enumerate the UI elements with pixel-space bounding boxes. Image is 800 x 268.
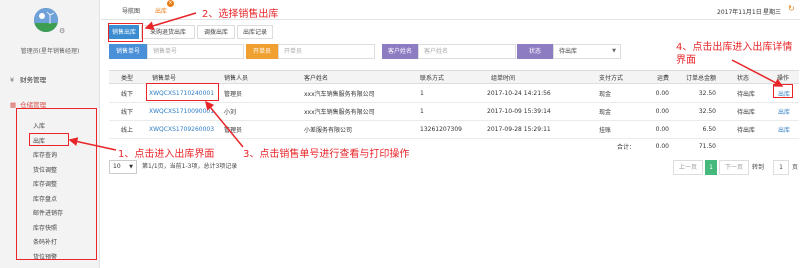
cell-payment: 挂账	[599, 127, 612, 134]
col-order-time: 组单时间	[491, 74, 516, 82]
total-label: 合计：	[617, 143, 636, 151]
total-amount: 71.50	[698, 142, 716, 150]
annotation-step4-line2: 界面	[676, 55, 696, 66]
outbound-action-link[interactable]: 出库	[778, 121, 790, 138]
cell-freight: 0.00	[655, 90, 669, 97]
page-size-select[interactable]: 10 ▼	[109, 160, 137, 174]
current-weekday: 星期三	[763, 9, 782, 16]
cell-order-time: 2017-09-28 15:29:11	[487, 126, 551, 133]
customer-input[interactable]: 客户姓名	[418, 44, 516, 59]
prev-page-button[interactable]: 上一页	[673, 160, 703, 175]
cell-customer: 小差服务有限公司	[304, 127, 353, 134]
col-total: 订单总金额	[685, 74, 716, 82]
annotation-step3: 3、点击销售单号进行查看与打印操作	[243, 149, 410, 160]
annotation-box-outbound	[29, 133, 69, 146]
col-sales-no: 销售单号	[152, 74, 177, 82]
cell-type: 线下	[121, 91, 134, 98]
page-unit-label: 页	[792, 164, 799, 171]
tab-outbound[interactable]: 出库	[155, 6, 167, 15]
status-select[interactable]: 待出库 ▼	[553, 44, 621, 59]
pagination: 10 ▼ 第1/1页，当前1-3项，总计3项记录 上一页 1 下一页 转到 1 …	[109, 160, 799, 175]
cell-contact: 13261207309	[420, 126, 462, 133]
cell-salesperson: 管理员	[224, 127, 243, 134]
table-row: 线上 XWQCXS1709260003 管理员 小差服务有限公司 1326120…	[109, 121, 799, 139]
chevron-down-icon: ▼	[612, 48, 616, 54]
cell-freight: 0.00	[655, 126, 669, 133]
cell-customer: xxx汽车销售服务有限公司	[304, 91, 375, 98]
cell-status: 待出库	[737, 127, 756, 134]
cell-status: 待出库	[737, 109, 756, 116]
col-salesperson: 销售人员	[224, 74, 249, 82]
cell-payment: 现金	[599, 91, 612, 98]
yen-icon: ¥	[10, 76, 15, 84]
cell-type: 线上	[121, 127, 134, 134]
issuer-label: 开单员	[246, 44, 278, 59]
col-type: 类型	[121, 74, 134, 82]
jump-label: 转到	[752, 164, 765, 171]
annotation-box-sales-outbound	[108, 23, 143, 42]
cell-contact: 1	[420, 108, 424, 115]
menu-finance[interactable]: ¥ 财务管理	[10, 74, 46, 84]
close-icon[interactable]: ×	[167, 0, 174, 7]
status-label: 状态	[517, 44, 553, 59]
issuer-input[interactable]: 开单员	[278, 44, 375, 59]
col-action: 操作	[777, 74, 790, 82]
cell-salesperson: 小刘	[224, 109, 237, 116]
avatar-logo-icon	[34, 8, 58, 32]
cell-payment: 现金	[599, 109, 612, 116]
customer-label: 客户姓名	[382, 44, 418, 59]
current-date: 2017年11月1日	[717, 9, 762, 16]
annotation-box-stock-menu	[16, 108, 97, 260]
cell-type: 线下	[121, 109, 134, 116]
chevron-down-icon: ▼	[129, 164, 133, 170]
subtab-transfer-outbound[interactable]: 调拨出库	[197, 25, 235, 39]
page-1-button[interactable]: 1	[705, 160, 717, 175]
menu-finance-label: 财务管理	[20, 76, 47, 84]
sales-no-label: 销售单号	[109, 44, 147, 59]
outbound-action-link[interactable]: 出库	[778, 103, 790, 120]
sales-no-link[interactable]: XWQCXS1709260003	[149, 121, 214, 138]
page-size-value: 10	[113, 163, 121, 170]
cell-freight: 0.00	[655, 108, 669, 115]
refresh-icon[interactable]: ↻	[788, 4, 795, 13]
cell-total: 32.50	[698, 108, 716, 115]
cell-status: 待出库	[737, 91, 756, 98]
status-select-value: 待出库	[559, 48, 578, 55]
cell-customer: xxx汽车销售服务有限公司	[304, 109, 375, 116]
col-status: 状态	[737, 74, 750, 82]
jump-page-input[interactable]: 1	[773, 160, 789, 175]
total-freight: 0.00	[655, 142, 669, 150]
sales-no-link[interactable]: XWQCXS1710090001	[149, 103, 214, 120]
cell-total: 6.50	[702, 126, 716, 133]
cell-order-time: 2017-10-09 15:39:14	[487, 108, 551, 115]
cell-order-time: 2017-10-24 14:21:56	[487, 90, 551, 97]
col-payment: 支付方式	[599, 74, 624, 82]
next-page-button[interactable]: 下一页	[719, 160, 749, 175]
cell-contact: 1	[420, 90, 424, 97]
cell-salesperson: 管理员	[224, 91, 243, 98]
avatar[interactable]	[34, 8, 58, 32]
col-contact: 联系方式	[420, 74, 445, 82]
table-header: 类型 销售单号 销售人员 客户姓名 联系方式 组单时间 支付方式 运费 订单总金…	[109, 70, 799, 84]
tab-nav-map[interactable]: 导航图	[122, 6, 140, 15]
annotation-step2: 2、选择销售出库	[202, 9, 279, 20]
annotation-step1: 1、点击进入出库界面	[118, 149, 215, 160]
col-customer: 客户姓名	[304, 74, 329, 82]
cell-total: 32.50	[698, 90, 716, 97]
annotation-box-outbound-action	[773, 84, 793, 98]
col-freight: 运费	[656, 74, 669, 82]
page-info: 第1/1页，当前1-3项，总计3项记录	[142, 163, 238, 170]
table-row: 线下 XWQCXS1710090001 小刘 xxx汽车销售服务有限公司 1 2…	[109, 103, 799, 121]
gear-icon[interactable]: ⚙	[59, 28, 65, 35]
subtab-outbound-records[interactable]: 出库记录	[237, 25, 273, 39]
annotation-box-sales-no	[146, 83, 219, 101]
user-name: 管理员(星年销售经理)	[20, 48, 80, 55]
subtab-purchase-return[interactable]: 采购退货出库	[141, 25, 195, 39]
sales-no-input[interactable]: 销售单号	[147, 44, 244, 59]
